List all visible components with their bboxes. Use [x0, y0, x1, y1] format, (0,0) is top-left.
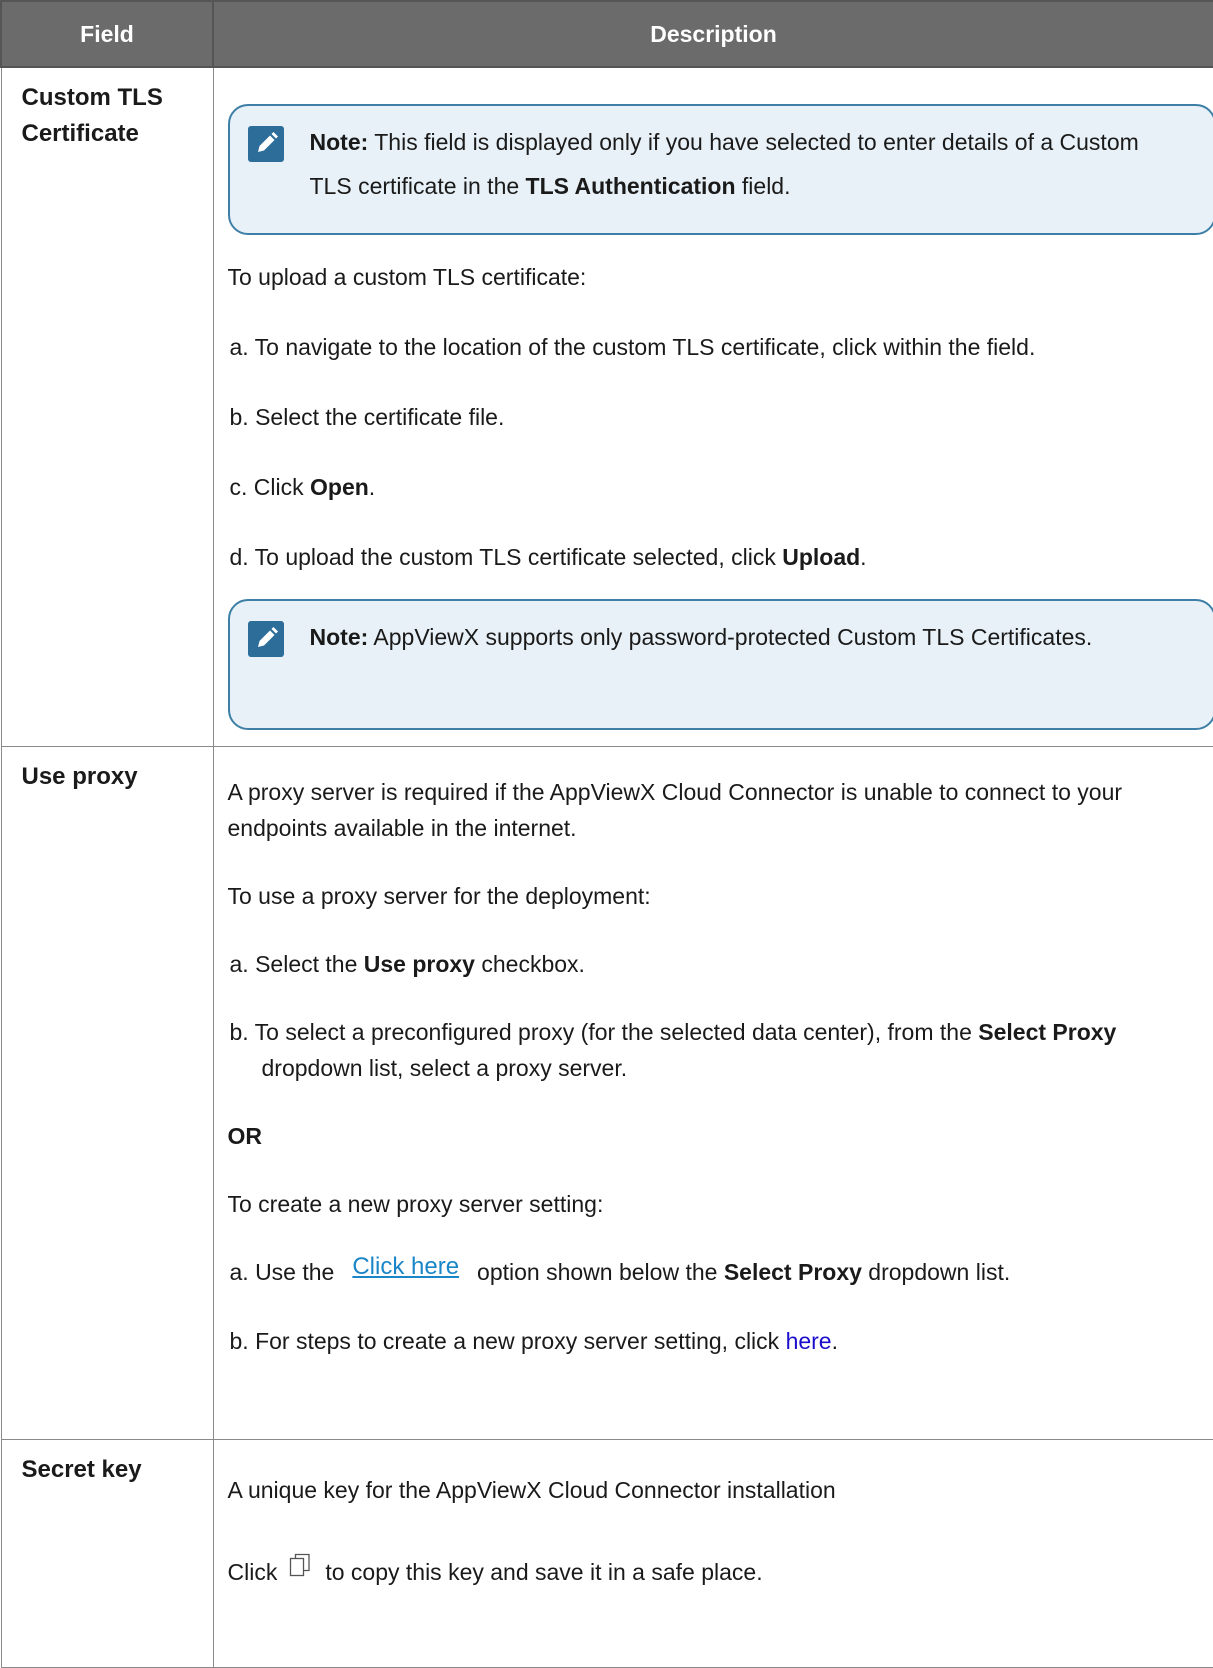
header-description: Description [213, 1, 1213, 67]
step-click-open: c. Click Open. [228, 469, 1213, 505]
or-label: OR [228, 1118, 1213, 1154]
step-click-upload: d. To upload the custom TLS certificate … [228, 539, 1213, 575]
note-box-tls-authentication: Note: This field is displayed only if yo… [228, 104, 1213, 235]
field-name-secret-key: Secret key [1, 1440, 213, 1668]
proxy-intro: A proxy server is required if the AppVie… [228, 774, 1213, 846]
copy-icon[interactable] [289, 1552, 311, 1588]
proxy-usage: To use a proxy server for the deployment… [228, 878, 1213, 914]
here-link[interactable]: here [786, 1328, 832, 1354]
step-use-click-here: a. Use theClick hereoption shown below t… [228, 1254, 1213, 1291]
click-here-link[interactable]: Click here [352, 1249, 459, 1285]
field-description-table: Field Description Custom TLS Certificate… [0, 0, 1213, 1668]
proxy-create-intro: To create a new proxy server setting: [228, 1186, 1213, 1222]
table-row-use-proxy: Use proxy A proxy server is required if … [1, 747, 1213, 1440]
note-text-password-protected: Note: AppViewX supports only password-pr… [310, 615, 1184, 659]
field-name-custom-tls: Custom TLS Certificate [1, 67, 213, 747]
pencil-note-icon [248, 621, 284, 657]
step-select-preconfigured-proxy: b. To select a preconfigured proxy (for … [228, 1014, 1213, 1086]
note-box-password-protected: Note: AppViewX supports only password-pr… [228, 599, 1213, 730]
note-text-tls-authentication: Note: This field is displayed only if yo… [310, 120, 1184, 208]
pencil-note-icon [248, 126, 284, 162]
upload-intro: To upload a custom TLS certificate: [228, 259, 1213, 295]
table-row-custom-tls: Custom TLS Certificate Note: This field … [1, 67, 1213, 747]
step-navigate: a. To navigate to the location of the cu… [228, 329, 1213, 365]
step-select-use-proxy: a. Select the Use proxy checkbox. [228, 946, 1213, 982]
step-create-proxy-link: b. For steps to create a new proxy serve… [228, 1323, 1213, 1359]
table-header-row: Field Description [1, 1, 1213, 67]
header-field: Field [1, 1, 213, 67]
secret-key-description: A unique key for the AppViewX Cloud Conn… [228, 1472, 1213, 1508]
copy-key-instruction: Clickto copy this key and save it in a s… [228, 1554, 1213, 1590]
field-name-use-proxy: Use proxy [1, 747, 213, 1440]
description-use-proxy: A proxy server is required if the AppVie… [213, 747, 1213, 1440]
description-secret-key: A unique key for the AppViewX Cloud Conn… [213, 1440, 1213, 1668]
step-select-file: b. Select the certificate file. [228, 399, 1213, 435]
table-row-secret-key: Secret key A unique key for the AppViewX… [1, 1440, 1213, 1668]
description-custom-tls: Note: This field is displayed only if yo… [213, 67, 1213, 747]
